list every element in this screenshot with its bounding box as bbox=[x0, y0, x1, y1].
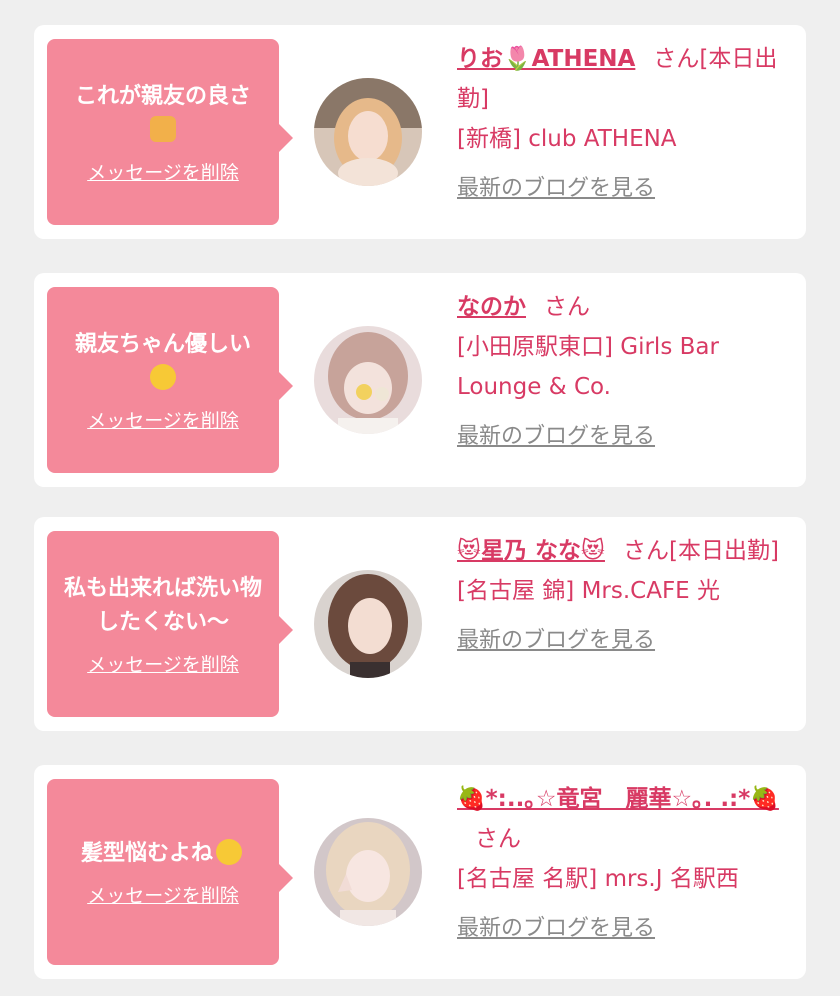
profile-name-link[interactable]: 😻星乃 なな😻 bbox=[457, 538, 605, 564]
avatar[interactable] bbox=[314, 570, 422, 678]
avatar[interactable] bbox=[314, 78, 422, 186]
store-text: [名古屋 錦] Mrs.CAFE 光 bbox=[457, 578, 721, 604]
delete-message-link[interactable]: メッセージを削除 bbox=[87, 406, 239, 433]
message-text: 親友ちゃん優しい bbox=[57, 328, 269, 396]
latest-blog-link[interactable]: 最新のブログを見る bbox=[457, 621, 655, 661]
rolling-laugh-icon bbox=[150, 363, 176, 390]
profile-name-link[interactable]: 🍓*:..｡☆竜宮 麗華☆｡. .:*🍓 bbox=[457, 786, 779, 812]
thumbs-up-icon bbox=[150, 115, 176, 142]
profile-info: りお🌷ATHENA さん[本日出勤] [新橋] club ATHENA 最新のブロ… bbox=[457, 39, 787, 209]
message-text: これが親友の良さ bbox=[57, 80, 269, 148]
delete-message-link[interactable]: メッセージを削除 bbox=[87, 158, 239, 185]
message-card: 親友ちゃん優しい メッセージを削除 なのか さん [小田原駅東口] Girls B… bbox=[34, 273, 806, 487]
honorific-text: さん bbox=[544, 294, 590, 320]
message-bubble: 髪型悩むよね メッセージを削除 bbox=[47, 779, 293, 965]
message-bubble: これが親友の良さ メッセージを削除 bbox=[47, 39, 293, 225]
store-text: [名古屋 名駅] mrs.J 名駅西 bbox=[457, 866, 739, 892]
profile-info: なのか さん [小田原駅東口] Girls Bar Lounge & Co. 最新… bbox=[457, 287, 787, 457]
latest-blog-link[interactable]: 最新のブログを見る bbox=[457, 909, 655, 949]
store-text: [小田原駅東口] Girls Bar Lounge & Co. bbox=[457, 334, 719, 400]
latest-blog-link[interactable]: 最新のブログを見る bbox=[457, 169, 655, 209]
honorific-text: さん[本日出勤] bbox=[622, 538, 779, 564]
message-bubble: 私も出来れば洗い物したくない〜 メッセージを削除 bbox=[47, 531, 293, 717]
message-card: これが親友の良さ メッセージを削除 りお🌷ATHENA さん[本日出勤] [新橋]… bbox=[34, 25, 806, 239]
message-content: 親友ちゃん優しい bbox=[74, 331, 251, 357]
avatar[interactable] bbox=[314, 818, 422, 926]
message-text: 私も出来れば洗い物したくない〜 bbox=[63, 575, 262, 635]
message-card: 髪型悩むよね メッセージを削除 🍓*:..｡☆竜宮 麗華☆｡. .:*🍓 さん [… bbox=[34, 765, 806, 979]
avatar[interactable] bbox=[314, 326, 422, 434]
message-bubble: 親友ちゃん優しい メッセージを削除 bbox=[47, 287, 293, 473]
profile-info: 😻星乃 なな😻 さん[本日出勤] [名古屋 錦] Mrs.CAFE 光 最新のブロ… bbox=[457, 531, 787, 661]
message-content: これが親友の良さ bbox=[74, 83, 251, 109]
profile-name-link[interactable]: なのか bbox=[457, 294, 526, 320]
sweat-smile-icon bbox=[216, 838, 242, 865]
profile-name-link[interactable]: りお🌷ATHENA bbox=[457, 46, 635, 72]
delete-message-link[interactable]: メッセージを削除 bbox=[87, 650, 239, 677]
delete-message-link[interactable]: メッセージを削除 bbox=[87, 881, 239, 908]
message-text: 髪型悩むよね bbox=[57, 837, 269, 871]
store-text: [新橋] club ATHENA bbox=[457, 126, 677, 152]
honorific-text: さん bbox=[475, 826, 521, 852]
message-card: 私も出来れば洗い物したくない〜 メッセージを削除 😻星乃 なな😻 さん[本日出勤]… bbox=[34, 517, 806, 731]
profile-info: 🍓*:..｡☆竜宮 麗華☆｡. .:*🍓 さん [名古屋 名駅] mrs.J 名駅… bbox=[457, 779, 787, 949]
message-content: 髪型悩むよね bbox=[80, 840, 213, 866]
latest-blog-link[interactable]: 最新のブログを見る bbox=[457, 417, 655, 457]
